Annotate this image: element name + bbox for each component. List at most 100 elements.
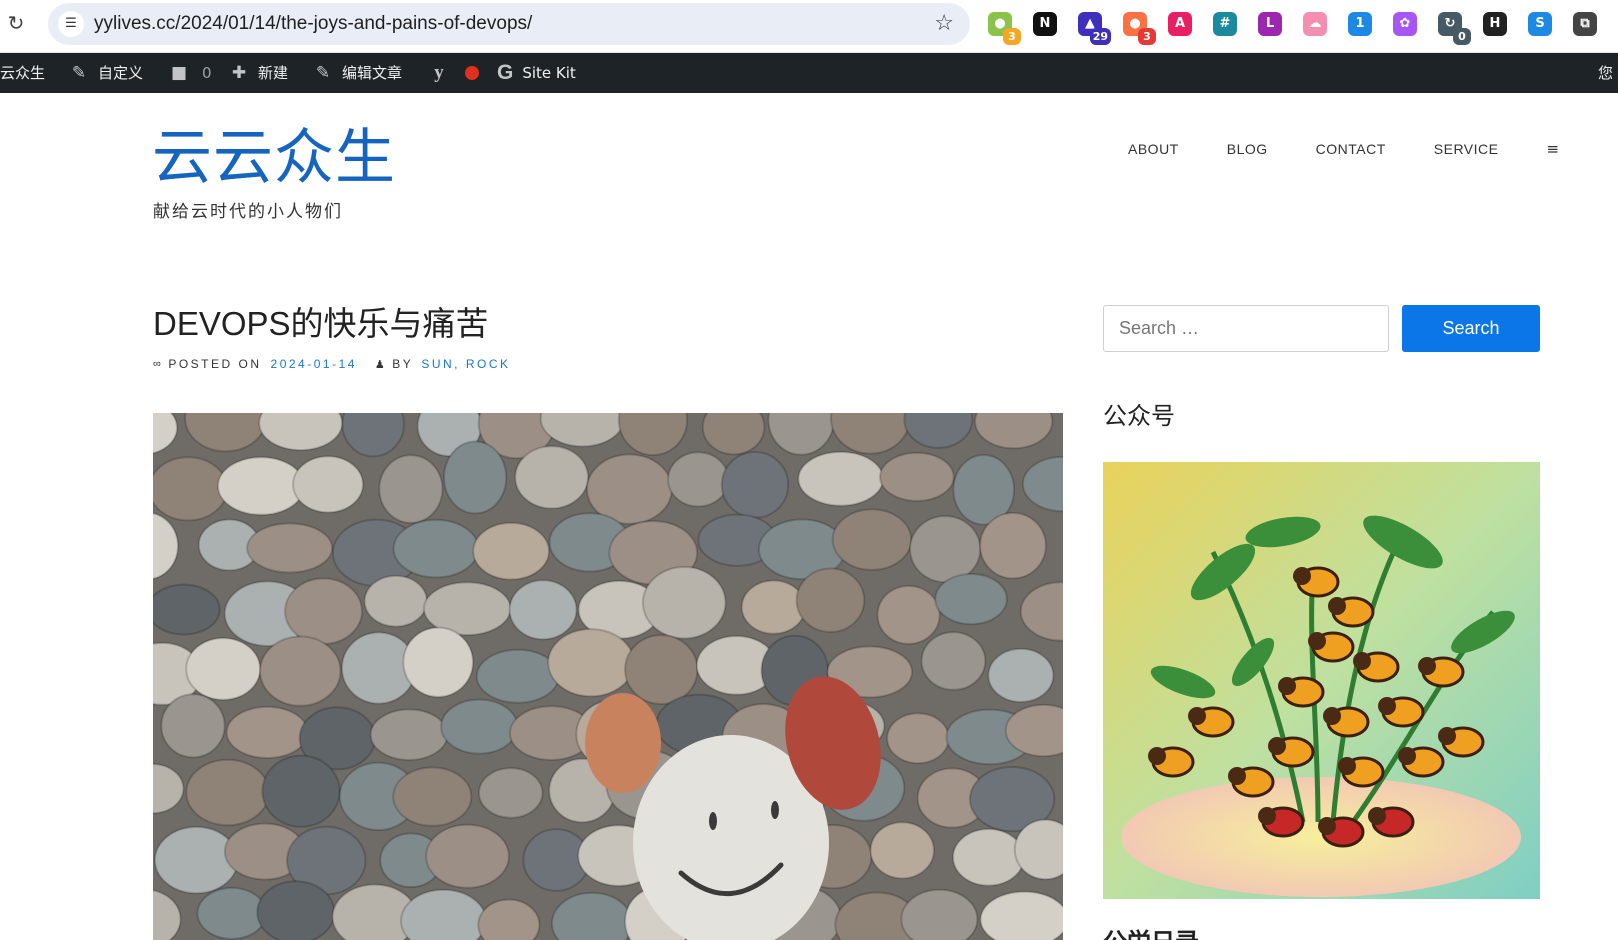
extension-badge: 3 (1003, 28, 1021, 45)
pebble (472, 521, 550, 581)
nav-item-contact[interactable]: CONTACT (1316, 138, 1386, 160)
ants-illustration (1103, 462, 1540, 899)
pebble (478, 767, 544, 819)
pebble (160, 693, 226, 759)
pebble (514, 445, 590, 510)
site-title[interactable]: 云云众生 (152, 122, 396, 194)
pebble (979, 890, 1063, 940)
pebble (185, 758, 270, 827)
grid-ext-icon[interactable]: # (1213, 12, 1237, 36)
search-input[interactable] (1103, 305, 1389, 352)
nav-item-blog[interactable]: BLOG (1227, 138, 1268, 160)
link-icon: ∞ (153, 358, 164, 370)
pebble (886, 712, 950, 765)
pebble (246, 522, 334, 574)
browser-toolbar: ↻ ☰ yylives.cc/2024/01/14/the-joys-and-p… (0, 0, 1618, 53)
bookmark-star-icon[interactable]: ☆ (934, 11, 954, 37)
pebble (256, 880, 336, 940)
pebble (378, 454, 444, 524)
pebble (443, 440, 508, 515)
admin-sitekit[interactable]: G Site Kit (497, 53, 576, 93)
plus-icon: ✚ (231, 63, 247, 83)
featured-image-pebbles (153, 413, 1063, 940)
admin-seo-status[interactable] (465, 53, 479, 93)
cloud-ext-icon[interactable]: ● 3 (1123, 12, 1156, 45)
admin-edit-label: 编辑文章 (342, 64, 403, 82)
pencil-icon: ✎ (315, 63, 331, 83)
pebble (879, 451, 955, 502)
pebbles-illustration (153, 413, 1063, 940)
pebble (425, 823, 510, 889)
pebble (869, 821, 935, 880)
admin-edit-post[interactable]: ✎ 编辑文章 (312, 53, 402, 93)
pebble (475, 648, 560, 704)
site-info-icon[interactable]: ☰ (58, 11, 84, 37)
admin-site-name[interactable]: 云众生 (0, 53, 45, 93)
site-description: 献给云时代的小人物们 (153, 202, 343, 222)
author-icon: ♟ (374, 358, 388, 371)
admin-new[interactable]: ✚ 新建 (228, 53, 288, 93)
pebble (987, 647, 1055, 703)
pebble (261, 754, 341, 828)
sync-ext-icon[interactable]: ↻ 0 (1438, 12, 1471, 45)
pebble (547, 628, 635, 698)
admin-customize-label: 自定义 (98, 64, 144, 82)
pebble (979, 511, 1047, 580)
post-meta: ∞ POSTED ON 2024-01-14 ♟ BY SUN, ROCK (153, 357, 511, 371)
admin-yoast[interactable]: y (428, 53, 458, 93)
reload-icon[interactable]: ↻ (4, 11, 28, 35)
h-ext-icon[interactable]: H (1483, 12, 1507, 36)
lr-ext-icon[interactable]: L (1258, 12, 1282, 36)
google-g-icon: G (497, 61, 514, 84)
nav-item-service[interactable]: SERVICE (1434, 138, 1499, 160)
by-label: BY (392, 357, 414, 371)
pebble (392, 766, 473, 827)
pebble (292, 455, 364, 514)
main-navigation: ABOUT BLOG CONTACT SERVICE ≡ (1128, 138, 1559, 160)
pebble (740, 579, 807, 635)
post-title: DEVOPS的快乐与痛苦 (153, 305, 489, 342)
pebble (720, 450, 790, 519)
graduation-cap-icon[interactable]: ▲ 29 (1078, 12, 1111, 45)
menu-icon[interactable]: ≡ (1546, 138, 1559, 160)
seo-status-dot-icon (465, 66, 479, 80)
pebble (153, 825, 239, 895)
search-button[interactable]: Search (1402, 305, 1540, 352)
admin-account-label: 您 (1598, 64, 1614, 82)
wechat-ext-icon[interactable]: ● 3 (988, 12, 1021, 45)
pebble (440, 698, 519, 755)
admin-account[interactable]: 您 (1598, 53, 1613, 93)
pebble (667, 451, 730, 508)
pebble (909, 515, 982, 584)
extension-badge: 3 (1138, 28, 1156, 45)
pebble (920, 631, 987, 691)
widget-title-archive: 公栄日录 (1103, 924, 1199, 940)
circle-ext-icon[interactable]: S (1528, 12, 1552, 36)
feather-ext-icon[interactable]: 1 (1348, 12, 1372, 36)
notion-icon[interactable]: N (1033, 12, 1057, 36)
pebble (153, 456, 229, 522)
pebble (795, 567, 866, 634)
weather-icon[interactable]: ☁ (1303, 12, 1327, 36)
pebble (876, 584, 941, 645)
admin-comments[interactable]: ■ 0 (168, 53, 212, 93)
pebble (831, 508, 913, 571)
comment-bubble-icon: ■ (170, 63, 188, 83)
extension-badge: 0 (1453, 28, 1471, 45)
widget-title-wechat: 公众号 (1103, 402, 1175, 430)
wp-admin-bar: 云众生 ✎ 自定义 ■ 0 ✚ 新建 ✎ 编辑文章 y G Site Kit 您 (0, 53, 1618, 93)
pebble (225, 705, 309, 760)
author-link[interactable]: SUN, ROCK (421, 357, 510, 371)
admin-customize[interactable]: ✎ 自定义 (68, 53, 143, 93)
nav-item-about[interactable]: ABOUT (1128, 138, 1179, 160)
admin-comments-count: 0 (202, 64, 212, 82)
admin-sitekit-label: Site Kit (522, 64, 576, 82)
puzzle-icon[interactable]: ⧉ (1573, 12, 1597, 36)
address-bar[interactable]: ☰ yylives.cc/2024/01/14/the-joys-and-pai… (48, 3, 970, 45)
post-date-link[interactable]: 2024-01-14 (271, 357, 357, 371)
url-text[interactable]: yylives.cc/2024/01/14/the-joys-and-pains… (94, 3, 532, 45)
pebble (952, 828, 1025, 887)
pebble (196, 886, 268, 940)
translate-icon[interactable]: A (1168, 12, 1192, 36)
openai-icon[interactable]: ✿ (1393, 12, 1417, 36)
